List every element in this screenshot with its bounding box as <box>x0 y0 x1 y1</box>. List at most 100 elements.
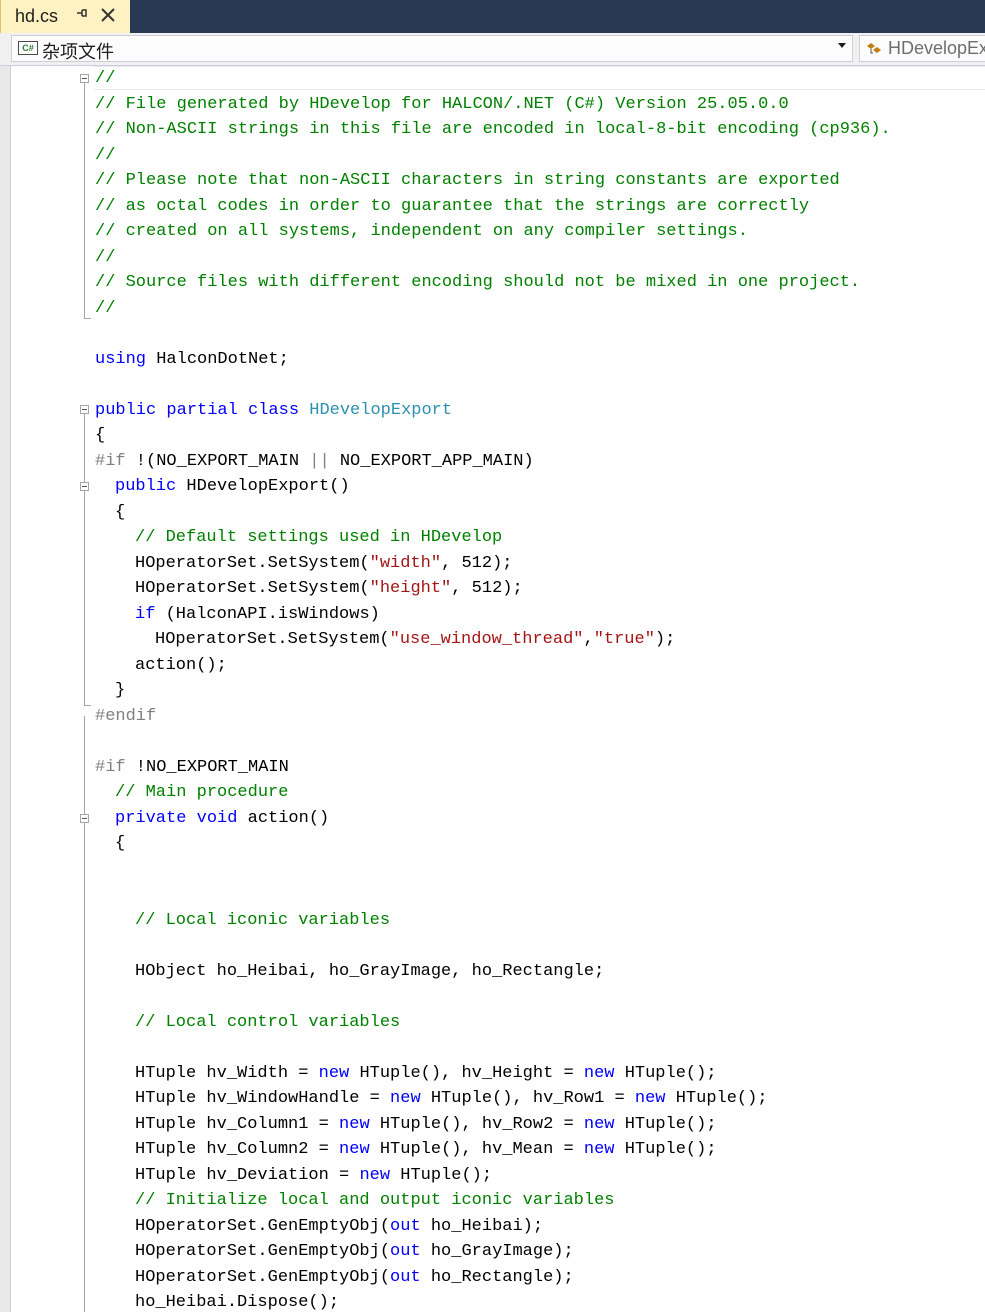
type-dropdown[interactable]: HDevelopExport <box>859 35 985 62</box>
code-line: // <box>95 248 116 267</box>
keyword: new <box>583 1064 615 1083</box>
keyword: out <box>390 1268 421 1287</box>
code-text: HOperatorSet.SetSystem( <box>135 579 370 598</box>
code-line: // as octal codes in order to guarantee … <box>95 197 810 216</box>
keyword: new <box>339 1115 370 1134</box>
code-line-ctor: public HDevelopExport() <box>115 474 350 500</box>
document-tab-strip: hd.cs <box>0 0 985 33</box>
code-text: HOperatorSet.GenEmptyObj( <box>135 1217 391 1236</box>
keyword: new <box>583 1140 615 1159</box>
code-text: HTuple(); <box>390 1166 493 1185</box>
code-line: // <box>95 69 116 88</box>
code-line: { <box>115 503 126 522</box>
code-text: NO_EXPORT_APP_MAIN) <box>329 452 534 471</box>
keyword: new <box>634 1089 666 1108</box>
code-text: , 512); <box>451 579 523 598</box>
keyword: private void <box>115 809 238 828</box>
code-text: ho_Heibai); <box>420 1217 544 1236</box>
string-literal: "height" <box>369 579 452 598</box>
code-line: HOperatorSet.SetSystem("height", 512); <box>135 576 523 602</box>
outline-line <box>84 491 85 705</box>
code-line: HOperatorSet.GenEmptyObj(out ho_Heibai); <box>135 1214 543 1240</box>
collapse-toggle-icon[interactable] <box>80 405 89 414</box>
outline-line <box>84 83 85 319</box>
code-line: HTuple hv_Deviation = new HTuple(); <box>135 1163 492 1189</box>
code-line: HTuple hv_Column2 = new HTuple(), hv_Mea… <box>135 1137 717 1163</box>
code-line-if: #if !NO_EXPORT_MAIN <box>95 755 289 781</box>
project-dropdown[interactable]: C# 杂项文件 <box>11 35 853 63</box>
code-line: ho_Heibai.Dispose(); <box>135 1293 340 1312</box>
outline-line <box>84 414 85 486</box>
collapse-toggle-icon[interactable] <box>80 814 89 823</box>
code-line: // Local iconic variables <box>135 911 391 930</box>
type-name: HDevelopExport <box>309 401 453 420</box>
code-text: HTuple hv_WindowHandle = <box>135 1089 391 1108</box>
operator: || <box>309 452 330 471</box>
code-text: (HalconAPI.isWindows) <box>155 605 380 624</box>
code-text: HOperatorSet.SetSystem( <box>155 630 390 649</box>
code-text: HTuple(), hv_Mean = <box>369 1140 584 1159</box>
outline-line-end <box>84 318 91 319</box>
selection-margin <box>0 66 11 1312</box>
keyword: using <box>95 350 147 369</box>
code-line: } <box>115 681 126 700</box>
preprocessor: #if <box>95 758 126 777</box>
code-editor[interactable]: // // File generated by HDevelop for HAL… <box>0 66 985 1312</box>
preprocessor: #if <box>95 452 126 471</box>
code-line: // Initialize local and output iconic va… <box>135 1191 615 1210</box>
code-line: // Main procedure <box>115 783 289 802</box>
code-text: HOperatorSet.SetSystem( <box>135 554 370 573</box>
code-text: HTuple(); <box>614 1115 717 1134</box>
csharp-file-icon: C# <box>18 41 38 55</box>
outline-line <box>84 823 85 1312</box>
code-text: HTuple(), hv_Row1 = <box>420 1089 635 1108</box>
code-line: HOperatorSet.GenEmptyObj(out ho_GrayImag… <box>135 1239 574 1265</box>
collapse-toggle-icon[interactable] <box>80 74 89 83</box>
code-text: , 512); <box>441 554 513 573</box>
string-literal: "true" <box>593 630 655 649</box>
string-literal: "width" <box>369 554 442 573</box>
keyword: new <box>359 1166 391 1185</box>
code-line: HOperatorSet.GenEmptyObj(out ho_Rectangl… <box>135 1265 574 1291</box>
code-text: HTuple hv_Width = <box>135 1064 319 1083</box>
keyword: out <box>390 1217 421 1236</box>
keyword: new <box>583 1115 615 1134</box>
code-line: #endif <box>95 707 157 726</box>
code-text: , <box>583 630 594 649</box>
code-line: HTuple hv_Column1 = new HTuple(), hv_Row… <box>135 1112 717 1138</box>
collapse-toggle-icon[interactable] <box>80 482 89 491</box>
code-text: HTuple(); <box>665 1089 768 1108</box>
code-line: // <box>95 146 116 165</box>
close-icon[interactable] <box>100 3 116 29</box>
code-text: HTuple(), hv_Height = <box>349 1064 584 1083</box>
code-line-class: public partial class HDevelopExport <box>95 398 452 424</box>
code-text: HTuple hv_Column1 = <box>135 1115 340 1134</box>
code-line-action: private void action() <box>115 806 329 832</box>
code-line: if (HalconAPI.isWindows) <box>135 602 380 628</box>
code-line: // Default settings used in HDevelop <box>135 528 503 547</box>
code-text: HalconDotNet; <box>146 350 289 369</box>
code-text: HOperatorSet.GenEmptyObj( <box>135 1268 391 1287</box>
outline-line <box>84 716 85 814</box>
keyword: new <box>318 1064 350 1083</box>
code-text: HTuple(); <box>614 1140 717 1159</box>
code-line: // Local control variables <box>135 1013 401 1032</box>
keyword: public partial class <box>95 401 300 420</box>
code-line: // File generated by HDevelop for HALCON… <box>95 95 789 114</box>
code-text: ho_Rectangle); <box>420 1268 574 1287</box>
keyword: out <box>390 1242 421 1261</box>
code-text: ho_GrayImage); <box>420 1242 574 1261</box>
code-line: // created on all systems, independent o… <box>95 222 748 241</box>
keyword: public <box>115 477 177 496</box>
document-tab[interactable]: hd.cs <box>0 0 130 33</box>
code-text: HTuple(); <box>614 1064 717 1083</box>
code-line: // Please note that non-ASCII characters… <box>95 171 840 190</box>
code-line-using: using HalconDotNet; <box>95 347 289 373</box>
code-text: !(NO_EXPORT_MAIN <box>125 452 310 471</box>
pin-icon[interactable] <box>75 6 89 22</box>
code-line: HObject ho_Heibai, ho_GrayImage, ho_Rect… <box>135 962 605 981</box>
tab-title: hd.cs <box>15 6 59 26</box>
code-text: action() <box>237 809 330 828</box>
chevron-down-icon[interactable] <box>838 43 846 48</box>
code-text: HTuple hv_Deviation = <box>135 1166 360 1185</box>
